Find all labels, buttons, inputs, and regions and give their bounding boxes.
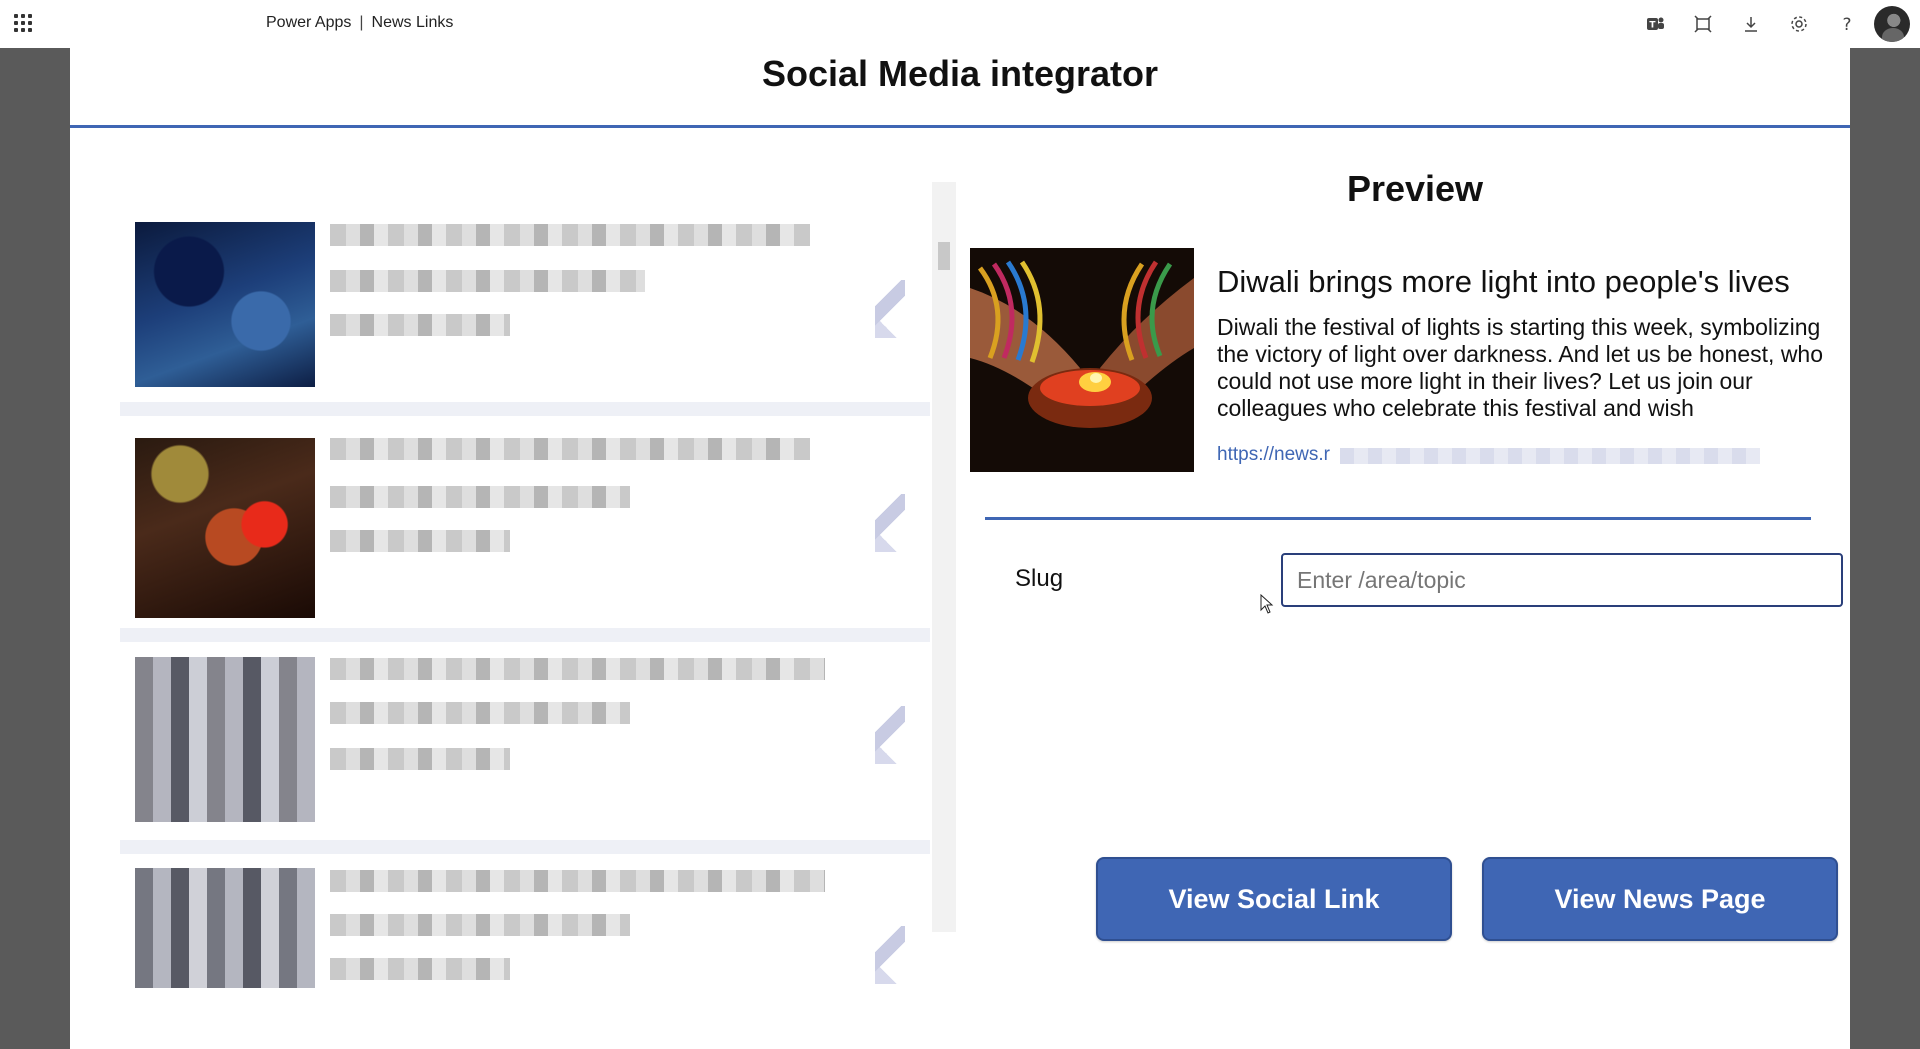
gallery-scrollbar[interactable] [932,182,956,932]
page-title: Social Media integrator [761,53,1159,94]
news-gallery[interactable] [120,172,990,988]
blurred-date [330,958,510,980]
chevron-right-icon[interactable] [875,706,905,764]
preview-link[interactable]: https://news.r [1217,444,1330,466]
blurred-link-text [1340,448,1760,464]
slug-input[interactable] [1281,553,1843,607]
chevron-right-icon[interactable] [875,926,905,984]
news-thumbnail [135,222,315,387]
fit-to-window-icon[interactable] [1691,12,1715,36]
teams-icon[interactable]: T [1643,12,1667,36]
preview-image [970,248,1194,472]
preview-heading: Preview [1346,168,1484,209]
app-name: Power Apps [266,14,352,31]
download-icon[interactable] [1739,12,1763,36]
breadcrumb-separator: | [359,14,364,31]
breadcrumb: Power Apps | News Links [266,14,453,32]
waffle-icon[interactable] [14,14,32,32]
blurred-subtitle [330,702,630,724]
mouse-pointer-icon [1260,593,1274,614]
power-apps-header: Power Apps | News Links T ? [0,0,1920,48]
app-title: News Links [371,14,454,31]
help-icon[interactable]: ? [1835,12,1859,36]
settings-icon[interactable] [1787,12,1811,36]
blurred-subtitle [330,486,630,508]
blurred-headline [330,224,810,246]
news-thumbnail [135,868,315,988]
blurred-headline [330,658,825,680]
svg-text:T: T [1649,21,1656,31]
blurred-date [330,530,510,552]
scrollbar-thumb[interactable] [938,242,950,270]
blurred-date [330,748,510,770]
gallery-item[interactable] [120,642,926,838]
gallery-item[interactable] [120,854,926,988]
chevron-right-icon[interactable] [875,494,905,552]
chevron-right-icon[interactable] [875,280,905,338]
blurred-subtitle [330,270,645,292]
blurred-date [330,314,510,336]
view-news-page-button[interactable]: View News Page [1482,857,1838,941]
user-avatar[interactable] [1874,6,1910,42]
app-canvas: Social Media integrator Preview Diwali b… [70,48,1850,1049]
news-thumbnail [135,438,315,618]
gallery-separator [120,402,930,416]
title-divider [70,125,1850,128]
view-social-link-button[interactable]: View Social Link [1096,857,1452,941]
blurred-subtitle [330,914,630,936]
gallery-separator [120,628,930,642]
news-thumbnail [135,657,315,822]
blurred-headline [330,870,825,892]
gallery-item[interactable] [120,416,926,626]
gallery-separator [120,840,930,854]
preview-title: Diwali brings more light into people's l… [1217,264,1790,299]
slug-label: Slug [1015,565,1064,592]
svg-text:?: ? [1842,15,1851,34]
blurred-headline [330,438,810,460]
preview-divider [985,517,1811,520]
preview-body: Diwali the festival of lights is startin… [1217,314,1824,421]
